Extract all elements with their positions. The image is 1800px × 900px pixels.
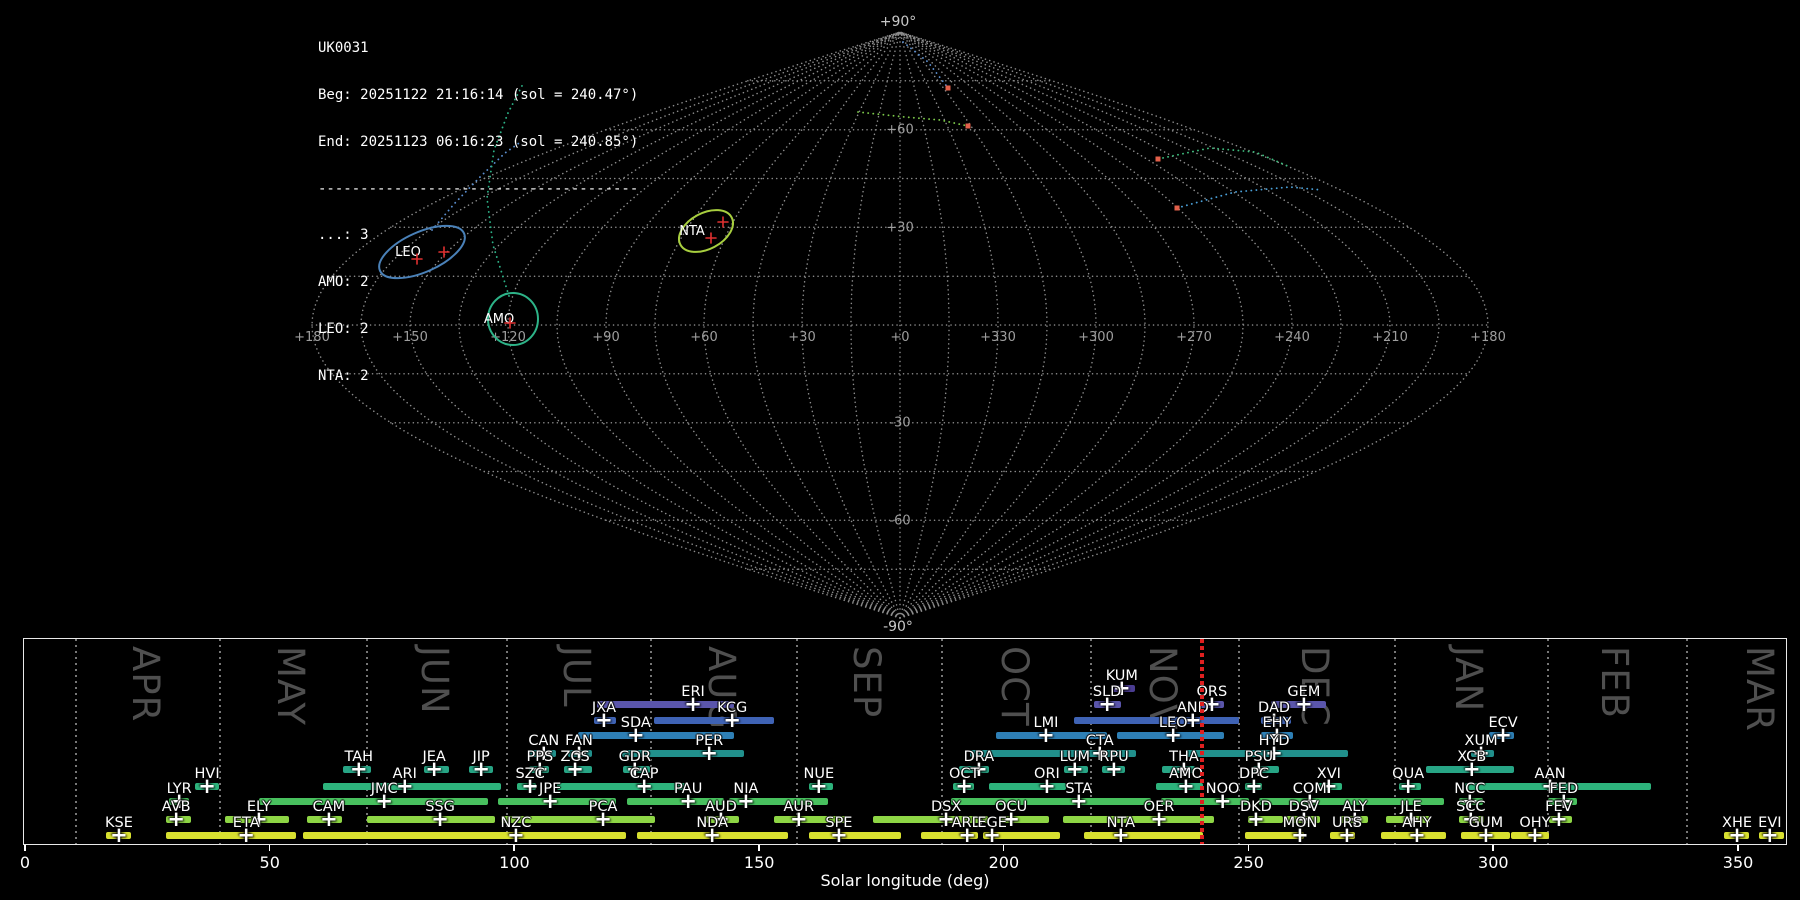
south-pole-label: -90° bbox=[883, 619, 913, 635]
current-sol-line bbox=[1202, 639, 1204, 844]
axis-tick-label: 50 bbox=[260, 853, 280, 872]
month-label: FEB bbox=[1593, 646, 1636, 719]
activity-bar-AND bbox=[1074, 717, 1239, 724]
latitude-label: -30 bbox=[889, 416, 910, 431]
axis-tick-label: 0 bbox=[20, 853, 30, 872]
month-gridline bbox=[1394, 639, 1396, 844]
north-pole-label: +90° bbox=[880, 14, 917, 30]
grid-meridian bbox=[655, 32, 900, 618]
longitude-label: +0 bbox=[890, 330, 909, 345]
month-label: JUN bbox=[413, 646, 456, 715]
month-gridline bbox=[650, 639, 652, 844]
activity-bar-NTA bbox=[1084, 832, 1203, 839]
activity-bar-STA bbox=[951, 798, 1151, 805]
latitude-label: +60 bbox=[886, 123, 913, 138]
longitude-label: +30 bbox=[788, 330, 815, 345]
longitude-label: +180 bbox=[1470, 330, 1506, 345]
radiant-label-NTA: NTA bbox=[679, 224, 705, 239]
x-axis-label: Solar longitude (deg) bbox=[821, 871, 990, 890]
axis-tick bbox=[1003, 845, 1005, 851]
separator: -------------------------------------- bbox=[318, 182, 638, 198]
activity-timeline-plot: Solar longitude (deg) APRMAYJUNJULAUGSEP… bbox=[23, 638, 1787, 845]
axis-tick bbox=[758, 845, 760, 851]
track-end-marker bbox=[1156, 157, 1161, 162]
latitude-label: -60 bbox=[889, 513, 910, 528]
count-sporadic: ...: 3 bbox=[318, 228, 638, 244]
observation-header: UK0031 Beg: 20251122 21:16:14 (sol = 240… bbox=[318, 10, 638, 415]
month-gridline bbox=[1686, 639, 1688, 844]
axis-tick bbox=[269, 845, 271, 851]
end-time: End: 20251123 06:16:23 (sol = 240.85°) bbox=[318, 135, 638, 151]
longitude-label: +330 bbox=[980, 330, 1016, 345]
month-gridline bbox=[506, 639, 508, 844]
axis-tick-label: 300 bbox=[1478, 853, 1509, 872]
axis-tick bbox=[1248, 845, 1250, 851]
activity-bar-NZC bbox=[303, 832, 626, 839]
track-end-marker bbox=[1175, 206, 1180, 211]
axis-tick-label: 250 bbox=[1233, 853, 1264, 872]
longitude-label: +300 bbox=[1078, 330, 1114, 345]
activity-bar-CAP bbox=[557, 783, 685, 790]
month-label: MAY bbox=[269, 646, 312, 726]
count-amo: AMO: 2 bbox=[318, 275, 638, 291]
month-label: SEP bbox=[845, 646, 888, 718]
activity-bar-KCG bbox=[654, 717, 774, 724]
month-label: JUL bbox=[555, 646, 598, 708]
axis-tick-label: 150 bbox=[744, 853, 775, 872]
month-label: MAR bbox=[1738, 646, 1781, 732]
axis-tick-label: 350 bbox=[1723, 853, 1754, 872]
activity-bar-SPE bbox=[809, 832, 901, 839]
radiant-drift-track bbox=[1177, 187, 1322, 208]
month-label: JAN bbox=[1447, 646, 1490, 712]
count-nta: NTA: 2 bbox=[318, 369, 638, 385]
month-gridline bbox=[366, 639, 368, 844]
month-label: APR bbox=[124, 646, 167, 722]
latitude-label: +30 bbox=[886, 220, 913, 235]
longitude-label: +270 bbox=[1176, 330, 1212, 345]
month-gridline bbox=[219, 639, 221, 844]
activity-bar-OER bbox=[1063, 816, 1214, 823]
axis-tick bbox=[24, 845, 26, 851]
track-end-marker bbox=[966, 124, 971, 129]
grid-meridian bbox=[900, 32, 1292, 618]
track-end-marker bbox=[946, 86, 951, 91]
activity-bar-ETA bbox=[166, 832, 296, 839]
count-leo: LEO: 2 bbox=[318, 322, 638, 338]
grid-meridian bbox=[900, 32, 1439, 618]
month-label: OCT bbox=[993, 646, 1036, 727]
axis-tick bbox=[513, 845, 515, 851]
activity-bar-ERI bbox=[597, 701, 734, 708]
month-gridline bbox=[75, 639, 77, 844]
axis-tick bbox=[1492, 845, 1494, 851]
begin-time: Beg: 20251122 21:16:14 (sol = 240.47°) bbox=[318, 88, 638, 104]
longitude-label: +60 bbox=[690, 330, 717, 345]
axis-tick bbox=[1737, 845, 1739, 851]
longitude-label: +240 bbox=[1274, 330, 1310, 345]
axis-tick-label: 100 bbox=[499, 853, 530, 872]
meteor-activity-screen: +180+150+120+90+60+30+0+330+300+270+240+… bbox=[0, 0, 1800, 900]
longitude-label: +210 bbox=[1372, 330, 1408, 345]
station-id: UK0031 bbox=[318, 41, 638, 57]
axis-tick-label: 200 bbox=[989, 853, 1020, 872]
sky-map: +180+150+120+90+60+30+0+330+300+270+240+… bbox=[0, 0, 1800, 636]
radiant-drift-track bbox=[1158, 148, 1290, 167]
